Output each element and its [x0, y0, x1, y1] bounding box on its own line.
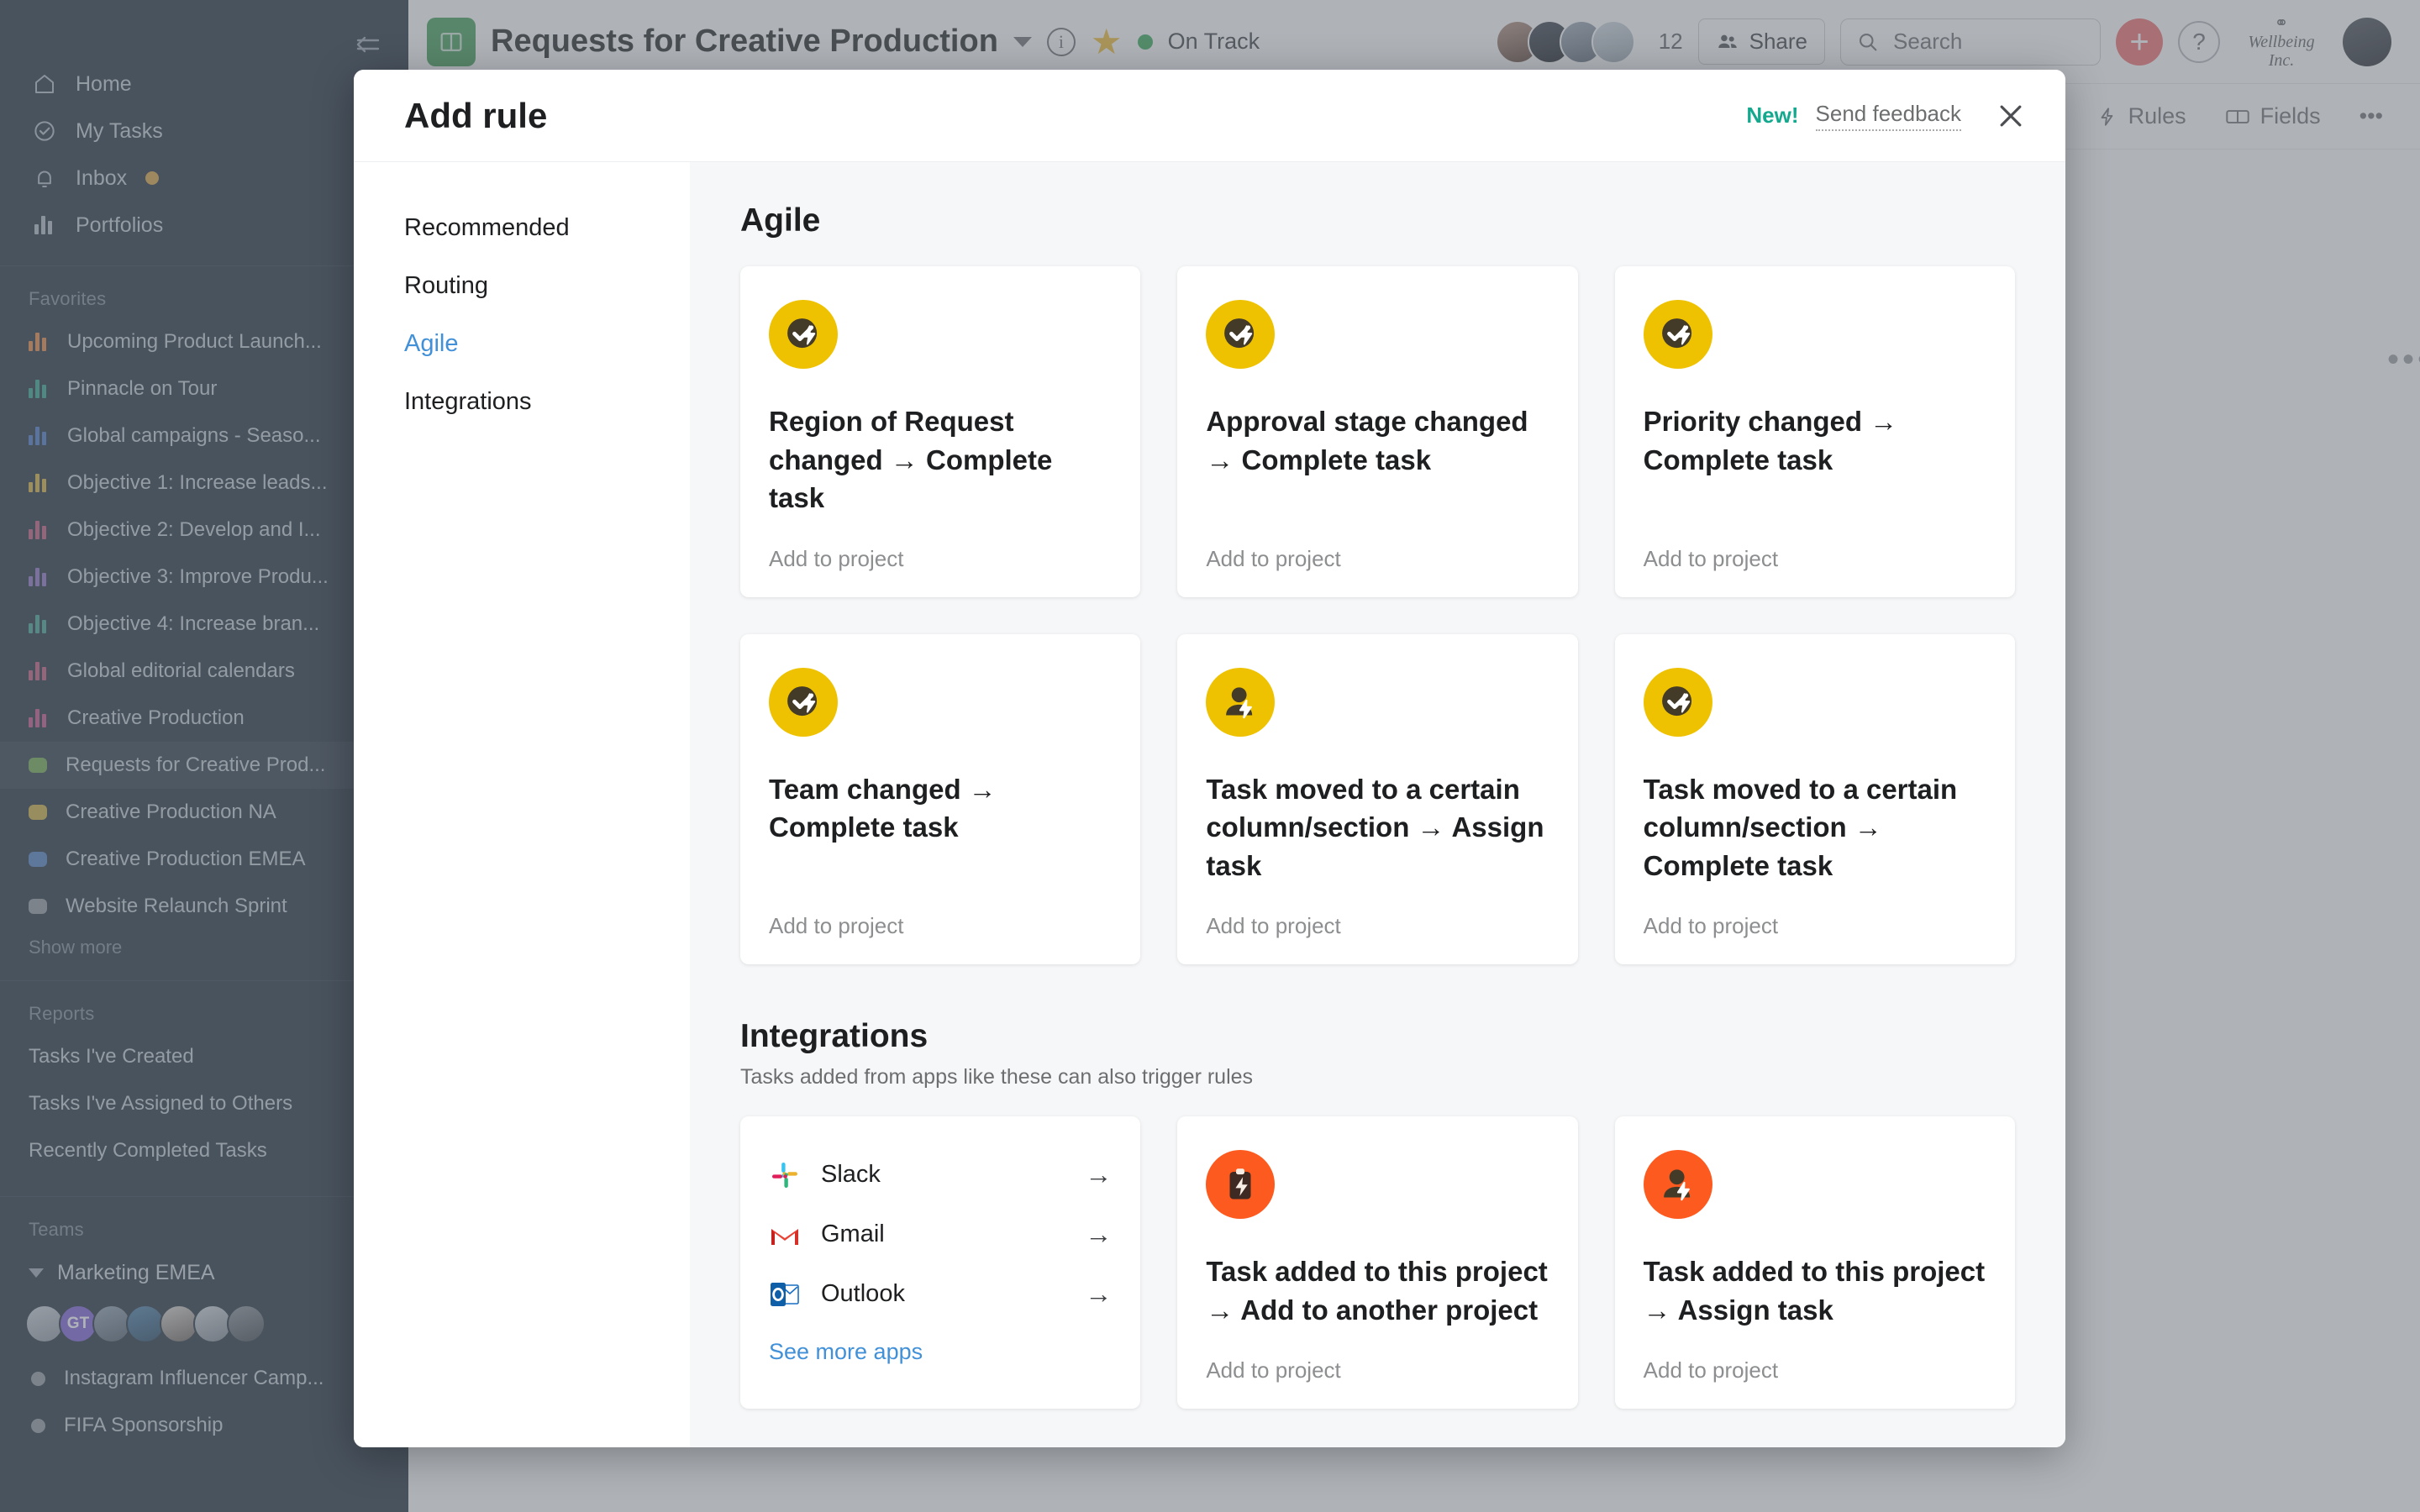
- outlook-icon: [769, 1281, 801, 1308]
- dialog-category-nav: RecommendedRoutingAgileIntegrations: [354, 162, 690, 1447]
- integration-apps-card: Slack → Gmail → Outlook → See more apps: [740, 1116, 1140, 1409]
- dialog-body: RecommendedRoutingAgileIntegrations Agil…: [354, 162, 2065, 1447]
- rule-card-footer: Add to project: [1206, 885, 1549, 939]
- rule-card-footer: Add to project: [1206, 517, 1549, 572]
- arrow-right-icon: →: [1085, 1219, 1112, 1250]
- rule-card[interactable]: Approval stage changed → Complete task Ad…: [1177, 266, 1577, 597]
- rule-card[interactable]: Task added to this project → Assign task…: [1615, 1116, 2015, 1409]
- rule-card-title: Task added to this project → Assign task: [1644, 1252, 1986, 1329]
- task-complete-bolt-icon: [1644, 300, 1712, 369]
- rule-card-footer: Add to project: [1644, 885, 1986, 939]
- dialog-nav-item-agile[interactable]: Agile: [404, 315, 690, 373]
- dialog-nav-item-routing[interactable]: Routing: [404, 257, 690, 315]
- rule-card-title: Task added to this project → Add to anot…: [1206, 1252, 1549, 1329]
- integration-app-name: Gmail: [821, 1221, 1065, 1248]
- agile-section-heading: Agile: [740, 202, 2015, 239]
- task-complete-bolt-icon: [1206, 300, 1275, 369]
- integration-app-name: Outlook: [821, 1280, 1065, 1308]
- rule-card-title: Priority changed → Complete task: [1644, 402, 1986, 479]
- task-complete-bolt-icon: [1644, 668, 1712, 737]
- rule-card[interactable]: Priority changed → Complete task Add to p…: [1615, 266, 2015, 597]
- gmail-icon: [769, 1222, 801, 1247]
- rule-card-footer: Add to project: [1206, 1329, 1549, 1383]
- arrow-right-icon: →: [1085, 1278, 1112, 1310]
- rule-card[interactable]: Team changed → Complete task Add to proje…: [740, 634, 1140, 965]
- dialog-scroll-area[interactable]: Agile Region of Request changed → Comple…: [690, 162, 2065, 1447]
- dialog-nav-item-recommended[interactable]: Recommended: [404, 199, 690, 257]
- person-bolt-icon: [1206, 668, 1275, 737]
- integration-app-row[interactable]: Gmail →: [769, 1205, 1112, 1264]
- slack-icon: [769, 1160, 801, 1190]
- integrations-section-heading: Integrations: [740, 1018, 2015, 1055]
- agile-rule-grid: Region of Request changed → Complete tas…: [740, 266, 2015, 964]
- integrations-grid: Slack → Gmail → Outlook → See more apps: [740, 1116, 2015, 1409]
- send-feedback-link[interactable]: Send feedback: [1816, 101, 1961, 131]
- rule-card-footer: Add to project: [769, 517, 1112, 572]
- new-badge: New!: [1746, 102, 1798, 129]
- task-complete-bolt-icon: [769, 300, 838, 369]
- arrow-right-icon: →: [1085, 1159, 1112, 1190]
- integrations-section-subheading: Tasks added from apps like these can als…: [740, 1065, 2015, 1089]
- rule-card-title: Approval stage changed → Complete task: [1206, 402, 1549, 479]
- rule-card[interactable]: Task moved to a certain column/section →…: [1177, 634, 1577, 965]
- dialog-nav-item-integrations[interactable]: Integrations: [404, 373, 690, 431]
- dialog-title: Add rule: [404, 96, 547, 136]
- rule-card-title: Team changed → Complete task: [769, 770, 1112, 847]
- rule-card-title: Region of Request changed → Complete tas…: [769, 402, 1112, 517]
- add-rule-dialog: Add rule New! Send feedback RecommendedR…: [354, 70, 2065, 1447]
- clipboard-bolt-icon: [1206, 1150, 1275, 1219]
- dialog-header: Add rule New! Send feedback: [354, 70, 2065, 162]
- close-icon[interactable]: [1991, 97, 2030, 135]
- application-root: Home My Tasks Inbox Portfolios: [0, 0, 2420, 1512]
- rule-card[interactable]: Task added to this project → Add to anot…: [1177, 1116, 1577, 1409]
- rule-card-footer: Add to project: [1644, 517, 1986, 572]
- person-bolt-icon: [1644, 1150, 1712, 1219]
- rule-card-title: Task moved to a certain column/section →…: [1206, 770, 1549, 885]
- rule-card-footer: Add to project: [769, 885, 1112, 939]
- integration-app-row[interactable]: Outlook →: [769, 1264, 1112, 1324]
- rule-card[interactable]: Task moved to a certain column/section →…: [1615, 634, 2015, 965]
- rule-card-title: Task moved to a certain column/section →…: [1644, 770, 1986, 885]
- see-more-apps-link[interactable]: See more apps: [769, 1339, 1112, 1365]
- integration-app-name: Slack: [821, 1161, 1065, 1189]
- rule-card[interactable]: Region of Request changed → Complete tas…: [740, 266, 1140, 597]
- rule-card-footer: Add to project: [1644, 1329, 1986, 1383]
- integration-app-row[interactable]: Slack →: [769, 1145, 1112, 1205]
- dialog-content: Agile Region of Request changed → Comple…: [690, 162, 2065, 1447]
- task-complete-bolt-icon: [769, 668, 838, 737]
